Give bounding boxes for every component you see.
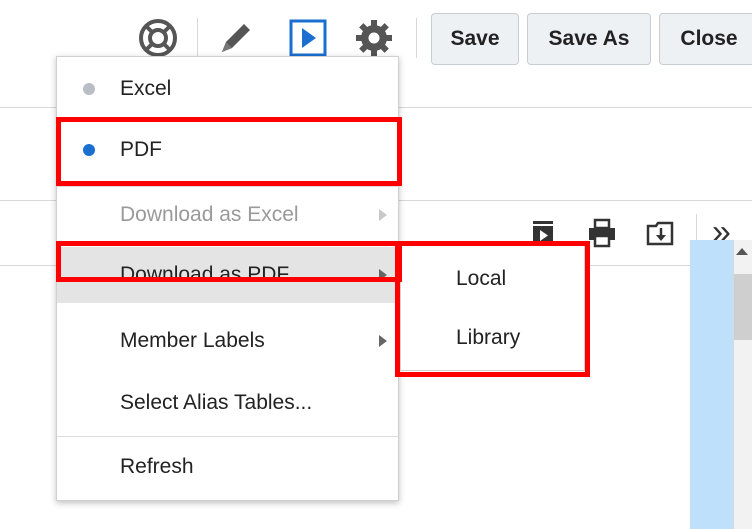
menu-divider [57, 436, 398, 437]
radio-unselected-icon [83, 83, 95, 95]
submenu-arrow-icon [379, 269, 387, 281]
menu-item-label: Refresh [120, 455, 194, 478]
submenu-item-library[interactable]: Library [401, 318, 584, 358]
menu-item-label: Download as PDF [120, 263, 290, 286]
menu-item-select-alias-tables[interactable]: Select Alias Tables... [57, 375, 398, 431]
settings-icon[interactable] [348, 14, 400, 62]
submenu-item-label: Local [456, 267, 507, 290]
print-icon[interactable] [583, 214, 621, 252]
scroll-up-arrow-icon[interactable] [736, 248, 748, 255]
save-button[interactable]: Save [431, 13, 519, 65]
menu-option-label: Excel [120, 77, 172, 100]
menu-item-label: Download as Excel [120, 203, 299, 226]
save-as-button[interactable]: Save As [527, 13, 651, 65]
toolbar-separator [416, 18, 417, 58]
menu-option-label: PDF [120, 138, 162, 161]
menu-item-download-excel[interactable]: Download as Excel [57, 187, 398, 243]
download-pdf-submenu: Local Library [400, 244, 585, 371]
help-icon[interactable] [132, 14, 184, 62]
actions-menu: Excel PDF Download as Excel Download as … [56, 56, 399, 501]
edit-icon[interactable] [210, 14, 262, 62]
menu-item-member-labels[interactable]: Member Labels [57, 313, 398, 369]
submenu-item-label: Library [456, 326, 521, 349]
menu-option-excel[interactable]: Excel [57, 61, 398, 117]
run-icon[interactable] [283, 14, 333, 62]
menu-item-label: Member Labels [120, 329, 265, 352]
menu-item-label: Select Alias Tables... [120, 391, 313, 414]
radio-selected-icon [83, 144, 95, 156]
import-icon[interactable] [641, 214, 679, 252]
close-button[interactable]: Close [659, 13, 752, 65]
submenu-arrow-icon [379, 335, 387, 347]
scrollbar-thumb[interactable] [734, 274, 752, 340]
submenu-item-local[interactable]: Local [401, 259, 584, 299]
menu-option-pdf[interactable]: PDF [57, 122, 398, 178]
toolbar-separator [197, 18, 198, 58]
menu-item-download-pdf[interactable]: Download as PDF [57, 247, 398, 303]
submenu-arrow-icon [379, 209, 387, 221]
menu-item-refresh[interactable]: Refresh [57, 439, 398, 495]
